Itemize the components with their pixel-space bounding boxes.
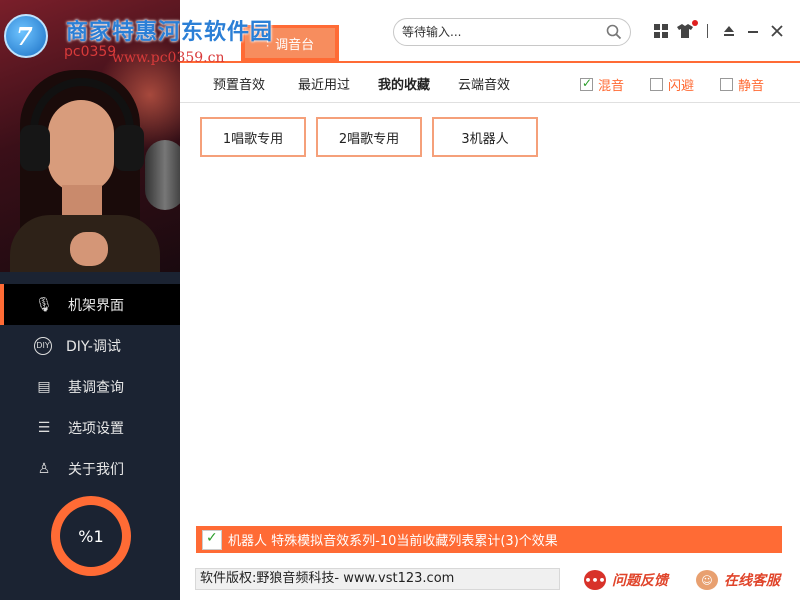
mute-checkbox-box[interactable] (720, 78, 733, 91)
mixer-tab-label: 调音台 (275, 37, 315, 53)
grid-icon[interactable] (652, 22, 670, 40)
subtab-bar: 预置音效 最近用过 我的收藏 云端音效 混音 闪避 静音 (180, 63, 800, 103)
notification-dot (692, 20, 698, 26)
feedback-link[interactable]: ••• 问题反馈 (584, 570, 668, 590)
mix-checkbox[interactable]: 混音 (580, 75, 624, 94)
sliders-icon: ☰ (37, 419, 51, 436)
sidebar-item-label: 关于我们 (68, 461, 124, 478)
sidebar-item-settings[interactable]: ☰ 选项设置 (0, 407, 180, 448)
close-icon[interactable] (768, 22, 786, 40)
mute-checkbox-label: 静音 (738, 79, 765, 94)
level-gauge: %1 (51, 496, 131, 576)
search-box (393, 18, 631, 46)
document-icon: ▤ (37, 378, 51, 395)
logo-icon: 7 (4, 14, 48, 58)
user-icon: ♙ (37, 460, 51, 477)
sidebar-nav: 🎙 机架界面 DIY DIY-调试 ▤ 基调查询 ☰ 选项设置 ♙ 关于我们 (0, 284, 180, 489)
feedback-icon: ••• (584, 570, 606, 590)
sidebar-item-label: 基调查询 (68, 379, 124, 396)
tab-favorites[interactable]: 我的收藏 (378, 74, 430, 93)
copyright-text: 软件版权:野狼音频科技- www.vst123.com (195, 568, 560, 590)
eject-icon[interactable] (720, 22, 738, 40)
divider (707, 24, 708, 38)
skin-shirt-icon[interactable] (676, 22, 694, 40)
gauge-label: %1 (60, 505, 122, 567)
support-agent-icon: ☺ (696, 570, 718, 590)
feedback-label: 问题反馈 (612, 573, 668, 589)
favorite-preset-2[interactable]: 2唱歌专用 (316, 117, 422, 157)
favorite-preset-3[interactable]: 3机器人 (432, 117, 538, 157)
mix-checkbox-box[interactable] (580, 76, 593, 91)
status-bar: 机器人 特殊模拟音效系列-10当前收藏列表累计(3)个效果 (196, 526, 782, 553)
watermark-code: pc0359 (64, 44, 117, 60)
sidebar-item-label: 机架界面 (68, 297, 124, 314)
duck-checkbox-box[interactable] (650, 78, 663, 91)
diy-icon: DIY (34, 336, 52, 355)
logo-title: 商家特惠河东软件园 (66, 20, 274, 45)
duck-checkbox-label: 闪避 (668, 79, 695, 94)
sidebar-item-key-query[interactable]: ▤ 基调查询 (0, 366, 180, 407)
tab-cloud[interactable]: 云端音效 (458, 74, 510, 93)
search-icon[interactable] (606, 24, 622, 40)
mute-checkbox[interactable]: 静音 (720, 75, 764, 94)
status-text: 机器人 特殊模拟音效系列-10当前收藏列表累计(3)个效果 (228, 534, 558, 549)
logo: 7 商家特惠河东软件园 pc0359 www.pc0359.cn (4, 6, 272, 66)
duck-checkbox[interactable]: 闪避 (650, 75, 694, 94)
microphone-icon: 🎙 (35, 296, 53, 313)
status-check-icon (202, 529, 222, 550)
support-label: 在线客服 (724, 573, 780, 589)
minimize-icon[interactable] (744, 22, 762, 40)
sidebar-item-diy[interactable]: DIY DIY-调试 (0, 325, 180, 366)
watermark-site: 河东软件园 (158, 20, 274, 45)
sidebar-item-about[interactable]: ♙ 关于我们 (0, 448, 180, 489)
sidebar: 7 商家特惠河东软件园 pc0359 www.pc0359.cn 🎙 机架界面 … (0, 0, 272, 600)
sidebar-item-label: 选项设置 (68, 420, 124, 437)
mix-checkbox-label: 混音 (598, 79, 625, 94)
sidebar-item-rack[interactable]: 🎙 机架界面 (0, 284, 180, 325)
search-input[interactable] (402, 23, 597, 41)
tab-presets[interactable]: 预置音效 (213, 74, 265, 93)
support-link[interactable]: ☺ 在线客服 (696, 570, 780, 590)
tab-recent[interactable]: 最近用过 (298, 74, 350, 93)
sidebar-item-label: DIY-调试 (66, 338, 121, 355)
watermark-url: www.pc0359.cn (112, 50, 225, 66)
favorite-preset-1[interactable]: 1唱歌专用 (200, 117, 306, 157)
